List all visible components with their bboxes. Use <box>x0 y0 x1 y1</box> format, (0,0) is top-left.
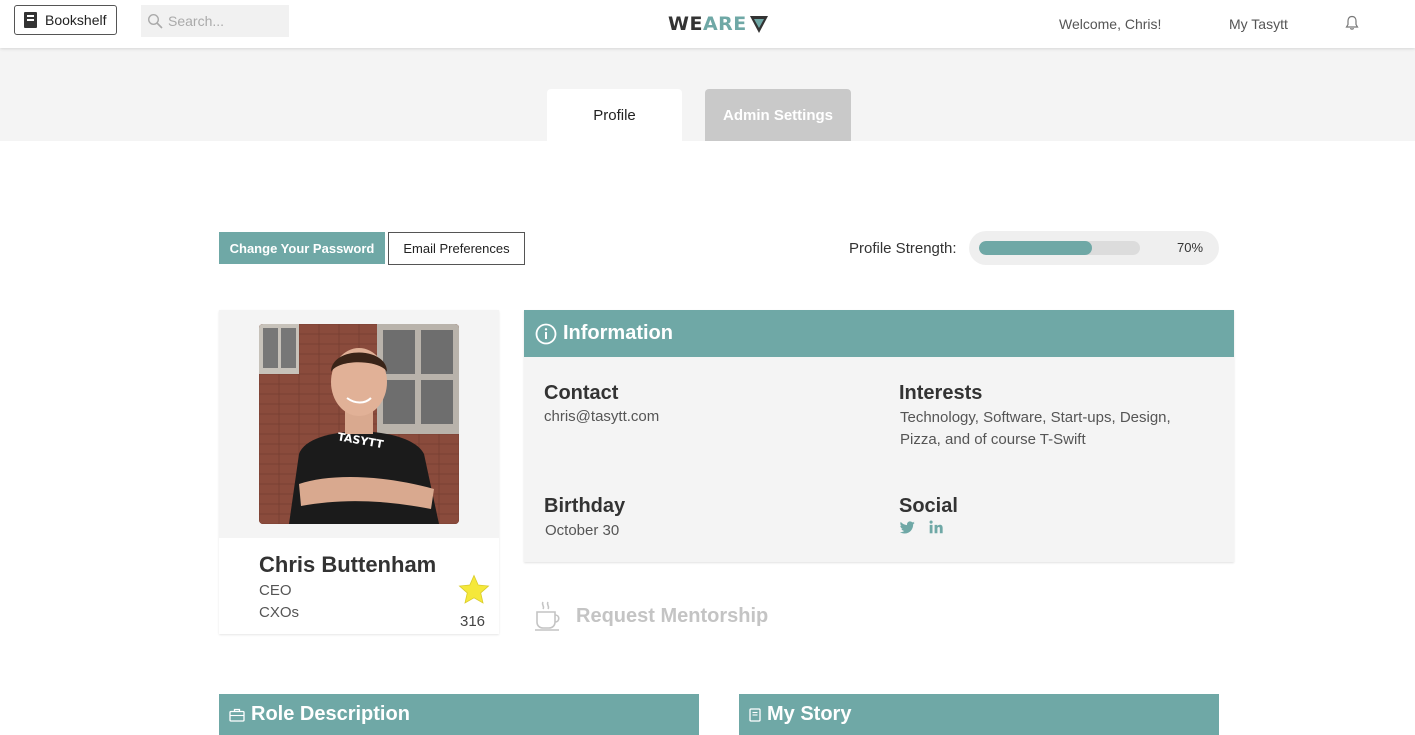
profile-strength-meter: 70% <box>969 231 1219 265</box>
interests-line-1: Technology, Software, Start-ups, Design, <box>900 409 1171 426</box>
bookshelf-label: Bookshelf <box>45 12 107 28</box>
book-icon <box>24 12 37 28</box>
contact-heading: Contact <box>544 382 619 404</box>
bell-icon[interactable] <box>1345 15 1359 31</box>
linkedin-icon[interactable] <box>929 520 943 539</box>
star-icon <box>458 574 490 604</box>
profile-photo-illustration: TASYTT <box>259 324 459 524</box>
my-story-header: My Story <box>739 694 1219 735</box>
briefcase-icon <box>229 708 245 722</box>
welcome-text: Welcome, Chris! <box>1059 16 1162 32</box>
information-header: Information <box>524 310 1234 357</box>
my-tasytt-link[interactable]: My Tasytt <box>1229 16 1288 32</box>
information-card: Information Contact chris@tasytt.com Int… <box>524 310 1234 562</box>
interests-heading: Interests <box>899 382 983 404</box>
contact-email[interactable]: chris@tasytt.com <box>544 406 659 428</box>
logo-are-text: ARE <box>702 13 747 35</box>
info-icon <box>535 323 557 344</box>
interests-line-2: Pizza, and of course T-Swift <box>900 431 1086 448</box>
request-mentorship-button[interactable]: Request Mentorship <box>534 600 768 632</box>
request-mentorship-label: Request Mentorship <box>576 604 769 627</box>
book-icon <box>749 707 761 722</box>
points-count: 316 <box>460 613 486 630</box>
profile-strength-fill <box>979 241 1092 255</box>
social-icons <box>899 520 943 539</box>
profile-title: CEO <box>259 582 292 599</box>
search-input[interactable] <box>168 13 286 29</box>
coffee-cup-icon <box>535 601 560 631</box>
shield-logo-icon <box>749 16 768 33</box>
search-icon <box>147 13 163 29</box>
tab-profile[interactable]: Profile <box>547 89 682 141</box>
twitter-icon[interactable] <box>899 520 915 539</box>
logo-we-text: WE <box>668 13 703 35</box>
tabs-band: Profile Admin Settings <box>0 48 1415 141</box>
social-heading: Social <box>899 495 958 517</box>
profile-strength-percent: 70% <box>1177 240 1204 255</box>
role-description-header: Role Description <box>219 694 699 735</box>
email-preferences-button[interactable]: Email Preferences <box>388 232 525 265</box>
birthday-value: October 30 <box>545 522 620 539</box>
information-title: Information <box>563 322 673 344</box>
profile-strength-track <box>979 241 1140 255</box>
role-description-title: Role Description <box>251 703 410 725</box>
search-box <box>141 5 289 37</box>
profile-details: Chris Buttenham CEO CXOs 316 <box>219 538 499 634</box>
bookshelf-button[interactable]: Bookshelf <box>14 5 117 35</box>
top-navigation-bar: Bookshelf WEARE Welcome, Chris! My Tasyt… <box>0 0 1415 48</box>
weare-logo[interactable]: WE ARE <box>668 12 769 36</box>
profile-name: Chris Buttenham <box>259 552 437 577</box>
profile-department: CXOs <box>259 604 300 621</box>
profile-strength-label: Profile Strength: <box>849 240 957 257</box>
my-story-title: My Story <box>767 703 852 725</box>
change-password-button[interactable]: Change Your Password <box>219 232 385 264</box>
tab-admin-settings[interactable]: Admin Settings <box>705 89 851 141</box>
profile-card: TASYTT Chris Buttenham CEO CXOs 316 <box>219 310 499 634</box>
birthday-heading: Birthday <box>544 495 626 517</box>
profile-photo: TASYTT <box>259 324 459 524</box>
